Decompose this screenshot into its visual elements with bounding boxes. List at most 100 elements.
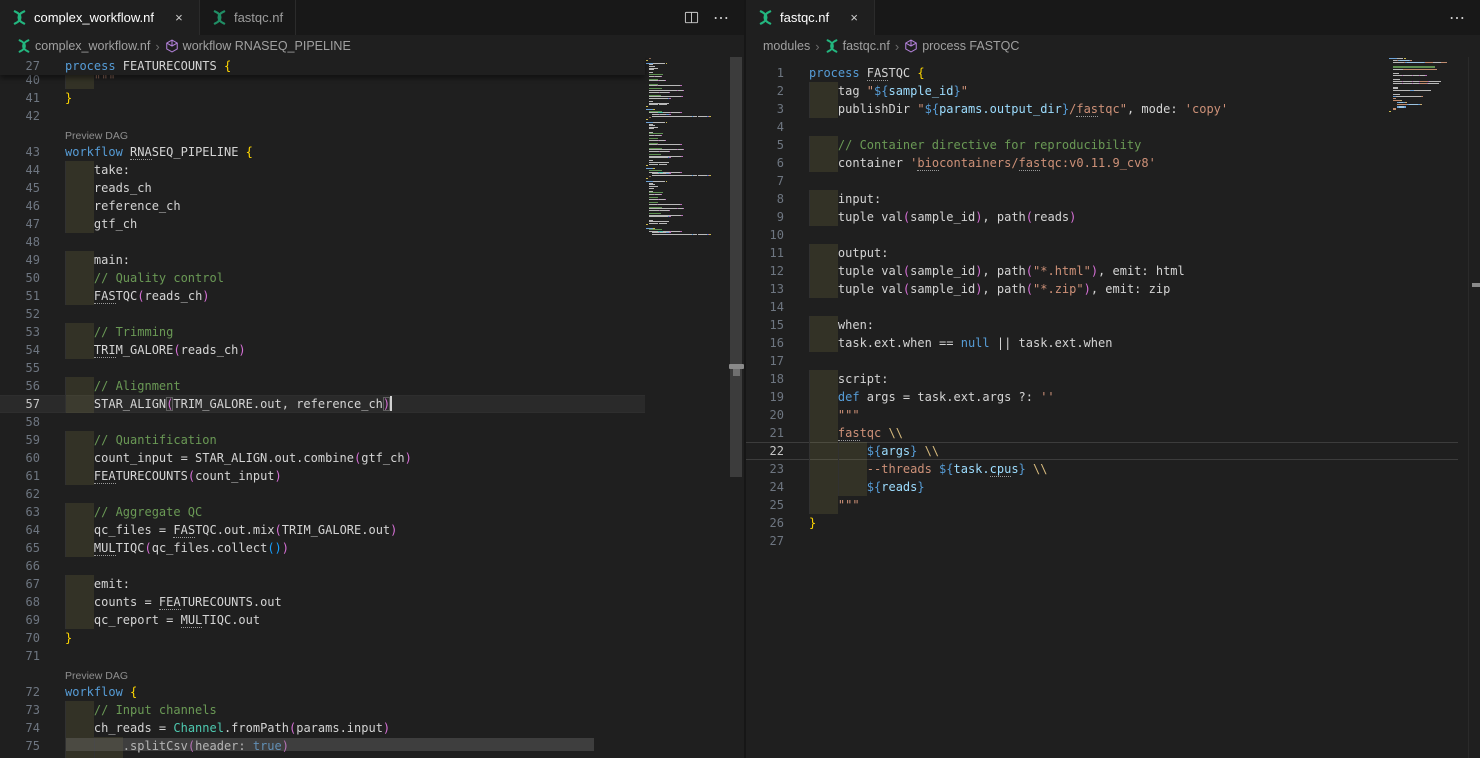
code-token: reference_ch — [94, 199, 181, 213]
code-token: ( — [137, 289, 144, 303]
code-line[interactable]: 16task.ext.when == null || task.ext.when — [746, 334, 1458, 352]
code-line[interactable]: 61FEATURECOUNTS(count_input) — [0, 467, 645, 485]
tab-fastqc-right[interactable]: fastqc.nf × — [746, 0, 875, 35]
code-line[interactable]: 73// Input channels — [0, 701, 645, 719]
code-line[interactable]: 20""" — [746, 406, 1458, 424]
code-line[interactable]: 45reads_ch — [0, 179, 645, 197]
code-line[interactable]: 65MULTIQC(qc_files.collect()) — [0, 539, 645, 557]
code-line[interactable]: 21fastqc \\ — [746, 424, 1458, 442]
left-vertical-scrollbar[interactable] — [730, 57, 742, 477]
breadcrumb-symbol[interactable]: workflow RNASEQ_PIPELINE — [165, 39, 351, 53]
code-line[interactable]: 27 — [746, 532, 1458, 550]
code-line[interactable]: 26} — [746, 514, 1458, 532]
code-line[interactable]: 3publishDir "${params.output_dir}/fastqc… — [746, 100, 1458, 118]
code-line[interactable]: 70} — [0, 629, 645, 647]
code-line[interactable]: 59// Quantification — [0, 431, 645, 449]
more-actions-icon[interactable]: ⋯ — [712, 9, 730, 27]
code-line[interactable]: 18script: — [746, 370, 1458, 388]
code-token: null — [961, 336, 990, 350]
code-line[interactable]: 66 — [0, 557, 645, 575]
code-token: ) — [282, 541, 289, 555]
code-line[interactable]: 13tuple val(sample_id), path("*.zip"), e… — [746, 280, 1458, 298]
code-line[interactable]: 44take: — [0, 161, 645, 179]
code-line[interactable]: 43workflow RNASEQ_PIPELINE { — [0, 143, 645, 161]
code-line[interactable]: 50// Quality control — [0, 269, 645, 287]
code-line[interactable]: 17 — [746, 352, 1458, 370]
code-line[interactable]: 74ch_reads = Channel.fromPath(params.inp… — [0, 719, 645, 737]
breadcrumb-file[interactable]: complex_workflow.nf — [17, 39, 150, 53]
code-line[interactable]: 62 — [0, 485, 645, 503]
close-icon[interactable]: × — [171, 10, 187, 25]
code-line[interactable]: 67emit: — [0, 575, 645, 593]
code-line[interactable]: 46reference_ch — [0, 197, 645, 215]
code-line[interactable]: 15when: — [746, 316, 1458, 334]
code-token: } — [65, 631, 72, 645]
code-line[interactable]: 72workflow { — [0, 683, 645, 701]
sash-grip[interactable] — [729, 364, 744, 369]
close-icon[interactable]: × — [846, 10, 862, 25]
code-line[interactable]: 48 — [0, 233, 645, 251]
code-token: task.ext.when == — [838, 336, 961, 350]
code-line[interactable]: 19def args = task.ext.args ?: '' — [746, 388, 1458, 406]
code-token: // Container directive for reproducibili… — [838, 138, 1141, 152]
more-actions-icon[interactable]: ⋯ — [1448, 9, 1466, 27]
code-token: ( — [275, 523, 282, 537]
code-token: sample_id — [910, 210, 975, 224]
code-line[interactable]: 14 — [746, 298, 1458, 316]
code-line[interactable]: 47gtf_ch — [0, 215, 645, 233]
code-line[interactable]: 58 — [0, 413, 645, 431]
code-line[interactable]: 52 — [0, 305, 645, 323]
code-line[interactable]: 69qc_report = MULTIQC.out — [0, 611, 645, 629]
split-editor-icon[interactable] — [682, 9, 700, 27]
code-line[interactable]: 1process FASTQC { — [746, 64, 1458, 82]
code-line[interactable]: 56// Alignment — [0, 377, 645, 395]
left-minimap[interactable] — [646, 57, 730, 697]
line-number: 26 — [746, 514, 784, 532]
sticky-scroll-line[interactable]: 27process FEATURECOUNTS { — [0, 57, 645, 75]
code-line[interactable]: 64qc_files = FASTQC.out.mix(TRIM_GALORE.… — [0, 521, 645, 539]
code-line[interactable]: 2tag "${sample_id}" — [746, 82, 1458, 100]
code-token: reads — [881, 480, 917, 494]
code-token: ${ — [874, 84, 888, 98]
code-line[interactable]: 8input: — [746, 190, 1458, 208]
code-line[interactable]: 24${reads} — [746, 478, 1458, 496]
breadcrumb-folder[interactable]: modules — [763, 39, 810, 53]
left-editor[interactable]: 40"""41}42Preview DAG43workflow RNASEQ_P… — [0, 57, 744, 758]
code-line[interactable]: 7 — [746, 172, 1458, 190]
left-horizontal-scrollbar[interactable] — [66, 738, 594, 751]
tab-complex-workflow[interactable]: complex_workflow.nf × — [0, 0, 200, 35]
code-line[interactable]: 51FASTQC(reads_ch) — [0, 287, 645, 305]
code-line[interactable]: 6container 'biocontainers/fastqc:v0.11.9… — [746, 154, 1458, 172]
line-number: 72 — [0, 683, 40, 701]
code-line[interactable]: 12tuple val(sample_id), path("*.html"), … — [746, 262, 1458, 280]
breadcrumb-file[interactable]: fastqc.nf — [825, 39, 890, 53]
code-line[interactable]: 4 — [746, 118, 1458, 136]
tab-fastqc-left[interactable]: fastqc.nf — [200, 0, 296, 35]
code-token: input: — [838, 192, 881, 206]
code-token: { — [130, 685, 137, 699]
code-line[interactable]: 42 — [0, 107, 645, 125]
code-line[interactable]: 63// Aggregate QC — [0, 503, 645, 521]
right-minimap[interactable] — [1389, 57, 1455, 177]
code-line[interactable]: 68counts = FEATURECOUNTS.out — [0, 593, 645, 611]
code-line[interactable]: 57STAR_ALIGN(TRIM_GALORE.out, reference_… — [0, 395, 645, 413]
code-line[interactable]: 11output: — [746, 244, 1458, 262]
code-line[interactable]: 71 — [0, 647, 645, 665]
code-line[interactable]: 55 — [0, 359, 645, 377]
code-line[interactable]: 22${args} \\ — [746, 442, 1458, 460]
code-line[interactable]: 41} — [0, 89, 645, 107]
code-line[interactable]: 49main: — [0, 251, 645, 269]
code-line[interactable]: 10 — [746, 226, 1458, 244]
code-line[interactable]: 53// Trimming — [0, 323, 645, 341]
code-line[interactable]: 25""" — [746, 496, 1458, 514]
code-line[interactable]: 54TRIM_GALORE(reads_ch) — [0, 341, 645, 359]
line-number: 69 — [0, 611, 40, 629]
breadcrumb-symbol[interactable]: process FASTQC — [904, 39, 1019, 53]
code-line[interactable]: 60count_input = STAR_ALIGN.out.combine(g… — [0, 449, 645, 467]
code-line[interactable]: 5// Container directive for reproducibil… — [746, 136, 1458, 154]
code-line[interactable]: 23--threads ${task.cpus} \\ — [746, 460, 1458, 478]
code-line[interactable]: 9tuple val(sample_id), path(reads) — [746, 208, 1458, 226]
codelens-preview-dag[interactable]: Preview DAG — [65, 665, 128, 683]
codelens-preview-dag[interactable]: Preview DAG — [65, 125, 128, 143]
right-editor[interactable]: 1process FASTQC {2tag "${sample_id}"3pub… — [746, 57, 1480, 758]
